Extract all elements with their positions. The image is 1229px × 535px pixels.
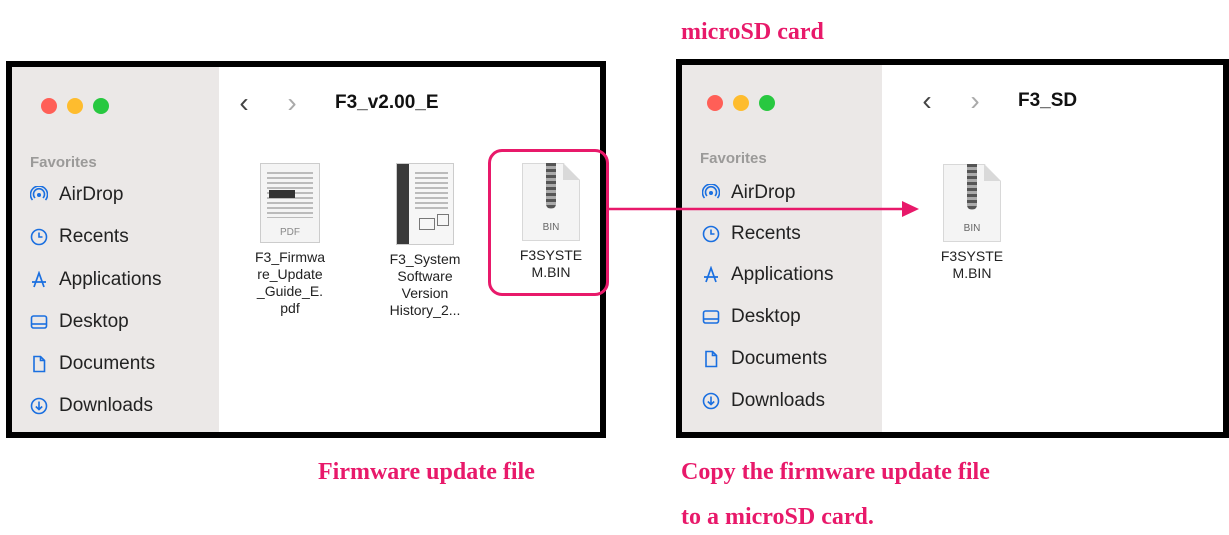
copy-arrow (609, 201, 919, 217)
